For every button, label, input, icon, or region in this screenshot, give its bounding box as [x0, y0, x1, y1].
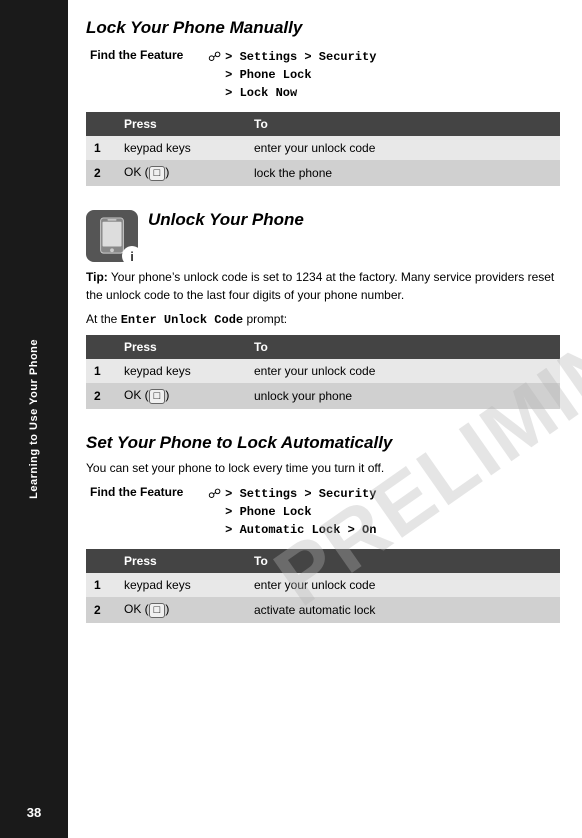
row1-num: 1 — [86, 136, 116, 160]
table-row: 1 keypad keys enter your unlock code — [86, 136, 560, 160]
section1-title: Lock Your Phone Manually — [86, 18, 560, 38]
table1-header-num — [86, 112, 116, 136]
sidebar-label: Learning to Use Your Phone — [28, 339, 40, 499]
section3-desc: You can set your phone to lock every tim… — [86, 459, 560, 477]
t3-row1-press: keypad keys — [116, 573, 246, 597]
row2-num: 2 — [86, 160, 116, 186]
phone-icon-container: i — [86, 210, 138, 262]
table3-header-press: Press — [116, 549, 246, 573]
t2-row1-press: keypad keys — [116, 359, 246, 383]
table-row: 1 keypad keys enter your unlock code — [86, 573, 560, 597]
menu-icon-2: ☍ — [208, 486, 221, 502]
main-content: Lock Your Phone Manually Find the Featur… — [68, 0, 582, 838]
table1-header-to: To — [246, 112, 560, 136]
info-letter: i — [130, 249, 134, 264]
row1-to: enter your unlock code — [246, 136, 560, 160]
table3-header-num — [86, 549, 116, 573]
t2-row2-num: 2 — [86, 383, 116, 409]
find-feature-2-label: Find the Feature — [90, 485, 200, 499]
table1-header-press: Press — [116, 112, 246, 136]
prompt-text: At the Enter Unlock Code prompt: — [86, 312, 560, 327]
find-feature-1-path: > Settings > Security > Phone Lock > Loc… — [225, 48, 376, 102]
table3-header-to: To — [246, 549, 560, 573]
t3-row1-to: enter your unlock code — [246, 573, 560, 597]
row2-press: OK (□) — [116, 160, 246, 186]
prompt-prefix: At the — [86, 312, 121, 326]
table-row: 2 OK (□) unlock your phone — [86, 383, 560, 409]
row2-to: lock the phone — [246, 160, 560, 186]
t2-row2-to: unlock your phone — [246, 383, 560, 409]
t3-row2-press: OK (□) — [116, 597, 246, 623]
tip-content: Your phone’s unlock code is set to 1234 … — [86, 270, 554, 302]
menu-icon-1: ☍ — [208, 49, 221, 65]
table-3: Press To 1 keypad keys enter your unlock… — [86, 549, 560, 623]
table-1: Press To 1 keypad keys enter your unlock… — [86, 112, 560, 186]
prompt-mono: Enter Unlock Code — [121, 313, 243, 327]
table-row: 2 OK (□) activate automatic lock — [86, 597, 560, 623]
t2-row2-press: OK (□) — [116, 383, 246, 409]
table2-header-to: To — [246, 335, 560, 359]
find-feature-2: Find the Feature ☍ > Settings > Security… — [90, 485, 560, 539]
find-feature-1-label: Find the Feature — [90, 48, 200, 62]
t2-row1-to: enter your unlock code — [246, 359, 560, 383]
prompt-suffix: prompt: — [243, 312, 287, 326]
find-feature-2-path: > Settings > Security > Phone Lock > Aut… — [225, 485, 376, 539]
tip-text: Tip: Your phone’s unlock code is set to … — [86, 268, 560, 304]
section3-title: Set Your Phone to Lock Automatically — [86, 433, 560, 453]
table-2: Press To 1 keypad keys enter your unlock… — [86, 335, 560, 409]
tip-bold-label: Tip: — [86, 270, 108, 284]
table-row: 1 keypad keys enter your unlock code — [86, 359, 560, 383]
table-row: 2 OK (□) lock the phone — [86, 160, 560, 186]
unlock-section: i Unlock Your Phone — [86, 210, 560, 262]
t3-row2-to: activate automatic lock — [246, 597, 560, 623]
sidebar: Learning to Use Your Phone 38 — [0, 0, 68, 838]
t3-row1-num: 1 — [86, 573, 116, 597]
section2-title: Unlock Your Phone — [148, 210, 304, 230]
page-number: 38 — [27, 805, 41, 820]
find-feature-1: Find the Feature ☍ > Settings > Security… — [90, 48, 560, 102]
info-circle: i — [122, 246, 142, 266]
row1-press: keypad keys — [116, 136, 246, 160]
t2-row1-num: 1 — [86, 359, 116, 383]
table2-header-press: Press — [116, 335, 246, 359]
t3-row2-num: 2 — [86, 597, 116, 623]
table2-header-num — [86, 335, 116, 359]
